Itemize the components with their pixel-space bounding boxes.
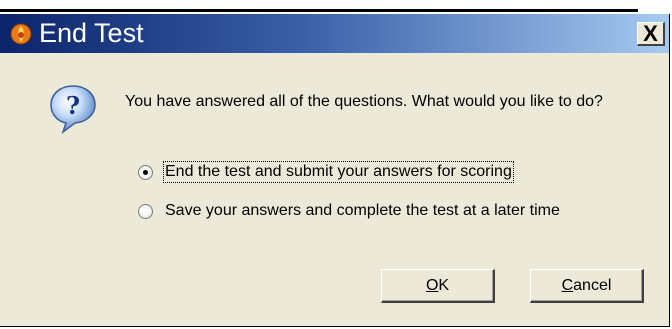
radio-selected-dot <box>143 169 148 175</box>
close-button[interactable]: X <box>637 22 665 46</box>
end-test-dialog: End Test X ? You have answered all of th… <box>0 14 670 327</box>
window-edge-line <box>0 9 638 12</box>
option-end-test[interactable]: End the test and submit your answers for… <box>138 161 514 183</box>
question-icon: ? <box>50 85 96 134</box>
dialog-title: End Test <box>39 18 144 48</box>
cancel-button[interactable]: Cancel <box>530 269 644 303</box>
option-save-later[interactable]: Save your answers and complete the test … <box>138 200 560 222</box>
svg-text:?: ? <box>66 91 80 120</box>
ok-label-rest: K <box>438 277 450 294</box>
cancel-label-rest: ancel <box>573 277 612 294</box>
dialog-message: You have answered all of the questions. … <box>125 93 603 110</box>
ok-mnemonic: O <box>425 277 439 294</box>
option-end-test-label: End the test and submit your answers for… <box>163 161 514 183</box>
app-icon <box>10 23 32 45</box>
radio-end-test[interactable] <box>138 164 153 180</box>
title-bar[interactable]: End Test X <box>0 14 669 53</box>
radio-save-later[interactable] <box>138 203 153 219</box>
ok-button[interactable]: OK <box>381 269 495 303</box>
option-save-later-label: Save your answers and complete the test … <box>165 202 560 219</box>
cancel-mnemonic: C <box>561 277 574 294</box>
top-strip <box>0 0 672 15</box>
